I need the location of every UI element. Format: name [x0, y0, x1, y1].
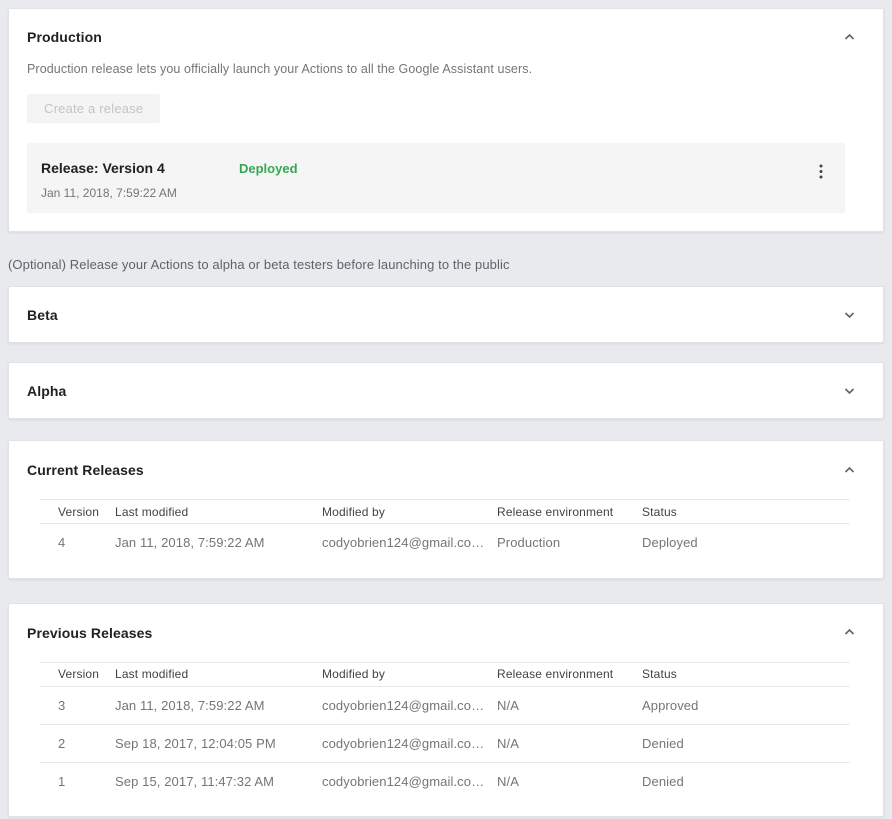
previous-releases-table: Version Last modified Modified by Releas…: [40, 662, 850, 801]
cell-modified-by: codyobrien124@gmail.co…: [322, 686, 497, 724]
column-header-version: Version: [40, 500, 115, 524]
cell-modified-by: codyobrien124@gmail.co…: [322, 524, 497, 562]
cell-status: Denied: [642, 724, 850, 762]
cell-status: Deployed: [642, 524, 850, 562]
optional-note: (Optional) Release your Actions to alpha…: [8, 257, 884, 272]
cell-release-environment: N/A: [497, 724, 642, 762]
column-header-modified-by: Modified by: [322, 662, 497, 686]
beta-panel: Beta: [8, 286, 884, 343]
release-page: Production Production release lets you o…: [0, 0, 892, 819]
current-releases-table: Version Last modified Modified by Releas…: [40, 499, 850, 562]
column-header-release-environment: Release environment: [497, 500, 642, 524]
column-header-version: Version: [40, 662, 115, 686]
column-header-last-modified: Last modified: [115, 500, 322, 524]
cell-last-modified: Sep 15, 2017, 11:47:32 AM: [115, 762, 322, 800]
column-header-last-modified: Last modified: [115, 662, 322, 686]
table-header-row: Version Last modified Modified by Releas…: [40, 662, 850, 686]
chevron-down-icon[interactable]: [840, 306, 858, 324]
cell-version: 4: [40, 524, 115, 562]
cell-release-environment: Production: [497, 524, 642, 562]
release-date: Jan 11, 2018, 7:59:22 AM: [41, 186, 239, 200]
cell-version: 3: [40, 686, 115, 724]
table-row: 1 Sep 15, 2017, 11:47:32 AM codyobrien12…: [40, 762, 850, 800]
table-row: 3 Jan 11, 2018, 7:59:22 AM codyobrien124…: [40, 686, 850, 724]
cell-version: 1: [40, 762, 115, 800]
cell-status: Denied: [642, 762, 850, 800]
cell-modified-by: codyobrien124@gmail.co…: [322, 762, 497, 800]
alpha-panel-header[interactable]: Alpha: [27, 363, 858, 418]
cell-last-modified: Jan 11, 2018, 7:59:22 AM: [115, 686, 322, 724]
release-info: Release: Version 4 Jan 11, 2018, 7:59:22…: [41, 160, 239, 200]
alpha-panel: Alpha: [8, 362, 884, 419]
more-options-icon[interactable]: [811, 161, 831, 181]
chevron-up-icon[interactable]: [840, 624, 858, 642]
create-release-button[interactable]: Create a release: [27, 94, 160, 123]
cell-last-modified: Sep 18, 2017, 12:04:05 PM: [115, 724, 322, 762]
cell-modified-by: codyobrien124@gmail.co…: [322, 724, 497, 762]
release-name: Release: Version 4: [41, 160, 239, 176]
alpha-panel-title: Alpha: [27, 383, 66, 399]
chevron-up-icon[interactable]: [840, 28, 858, 46]
chevron-down-icon[interactable]: [840, 382, 858, 400]
previous-releases-panel: Previous Releases Version Last modified …: [8, 603, 884, 818]
previous-releases-title: Previous Releases: [27, 625, 152, 641]
column-header-modified-by: Modified by: [322, 500, 497, 524]
cell-status: Approved: [642, 686, 850, 724]
beta-panel-header[interactable]: Beta: [27, 287, 858, 342]
column-header-status: Status: [642, 662, 850, 686]
release-card: Release: Version 4 Jan 11, 2018, 7:59:22…: [27, 143, 845, 213]
production-panel: Production Production release lets you o…: [8, 8, 884, 232]
cell-version: 2: [40, 724, 115, 762]
table-header-row: Version Last modified Modified by Releas…: [40, 500, 850, 524]
table-row: 4 Jan 11, 2018, 7:59:22 AM codyobrien124…: [40, 524, 850, 562]
beta-panel-title: Beta: [27, 307, 58, 323]
cell-last-modified: Jan 11, 2018, 7:59:22 AM: [115, 524, 322, 562]
production-panel-header[interactable]: Production: [27, 28, 858, 46]
production-description: Production release lets you officially l…: [27, 62, 858, 76]
current-releases-title: Current Releases: [27, 462, 144, 478]
previous-releases-header[interactable]: Previous Releases: [9, 624, 883, 642]
column-header-release-environment: Release environment: [497, 662, 642, 686]
current-releases-panel: Current Releases Version Last modified M…: [8, 440, 884, 579]
current-releases-header[interactable]: Current Releases: [9, 461, 883, 479]
chevron-up-icon[interactable]: [840, 461, 858, 479]
column-header-status: Status: [642, 500, 850, 524]
production-panel-title: Production: [27, 29, 102, 45]
cell-release-environment: N/A: [497, 686, 642, 724]
table-row: 2 Sep 18, 2017, 12:04:05 PM codyobrien12…: [40, 724, 850, 762]
cell-release-environment: N/A: [497, 762, 642, 800]
release-status-badge: Deployed: [239, 161, 298, 176]
